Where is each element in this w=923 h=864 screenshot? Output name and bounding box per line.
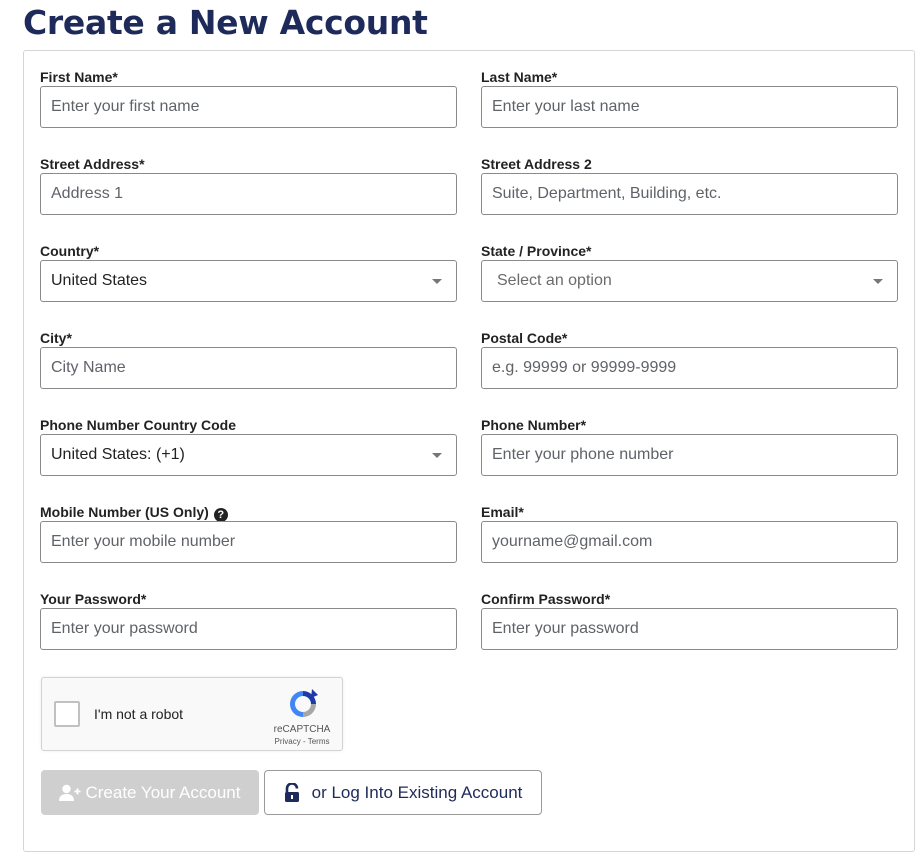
first-name-label: First Name* [40, 69, 118, 85]
user-plus-icon [59, 784, 81, 802]
phone-country-code-select[interactable]: United States: (+1) [40, 434, 457, 476]
country-selected-value: United States [51, 272, 148, 289]
first-name-input[interactable] [40, 86, 457, 128]
postal-code-group: Postal Code* [481, 328, 898, 389]
street-address-2-label: Street Address 2 [481, 156, 592, 172]
last-name-label: Last Name* [481, 69, 558, 85]
state-group: State / Province* Select an option [481, 241, 898, 302]
phone-country-code-label: Phone Number Country Code [40, 417, 237, 433]
chevron-down-icon [432, 278, 442, 284]
city-group: City* [40, 328, 457, 389]
create-account-label: Create Your Account [85, 782, 241, 802]
registration-form: First Name* Last Name* Street Address* S… [23, 50, 915, 852]
phone-number-input[interactable] [481, 434, 898, 476]
mobile-number-label-row: Mobile Number (US Only)? [40, 502, 457, 522]
state-placeholder: Select an option [497, 272, 612, 289]
chevron-down-icon [432, 452, 442, 458]
country-select[interactable]: United States [40, 260, 457, 302]
recaptcha-checkbox[interactable] [54, 701, 80, 727]
street-address-2-group: Street Address 2 [481, 154, 898, 215]
phone-number-label: Phone Number* [481, 417, 587, 433]
street-address-2-input[interactable] [481, 173, 898, 215]
email-group: Email* [481, 502, 898, 563]
password-group: Your Password* [40, 589, 457, 650]
recaptcha-brand: reCAPTCHA [273, 724, 331, 735]
phone-country-code-selected-value: United States: (+1) [51, 446, 185, 463]
city-label: City* [40, 330, 72, 346]
recaptcha-label: I'm not a robot [94, 706, 184, 722]
phone-number-group: Phone Number* [481, 415, 898, 476]
question-circle-icon[interactable]: ? [213, 508, 228, 522]
mobile-number-label: Mobile Number (US Only) [40, 504, 209, 520]
mobile-number-group: Mobile Number (US Only)? [40, 502, 457, 563]
recaptcha-privacy-terms-link[interactable]: Privacy - Terms [266, 737, 338, 746]
postal-code-input[interactable] [481, 347, 898, 389]
unlock-icon [284, 782, 300, 803]
street-address-label: Street Address* [40, 156, 145, 172]
password-input[interactable] [40, 608, 457, 650]
email-label: Email* [481, 504, 524, 520]
password-label: Your Password* [40, 591, 147, 607]
street-address-group: Street Address* [40, 154, 457, 215]
city-input[interactable] [40, 347, 457, 389]
mobile-number-input[interactable] [40, 521, 457, 563]
recaptcha-logo-icon [290, 689, 318, 717]
first-name-group: First Name* [40, 67, 457, 128]
confirm-password-input[interactable] [481, 608, 898, 650]
country-group: Country* United States [40, 241, 457, 302]
email-input[interactable] [481, 521, 898, 563]
confirm-password-label: Confirm Password* [481, 591, 611, 607]
login-existing-account-label: or Log Into Existing Account [311, 782, 523, 802]
last-name-input[interactable] [481, 86, 898, 128]
country-label: Country* [40, 243, 100, 259]
phone-country-code-group: Phone Number Country Code United States:… [40, 415, 457, 476]
street-address-input[interactable] [40, 173, 457, 215]
chevron-down-icon [873, 278, 883, 284]
page-title: Create a New Account [23, 3, 428, 42]
recaptcha-widget: I'm not a robot reCAPTCHA Privacy - Term… [41, 677, 343, 751]
state-label: State / Province* [481, 243, 592, 259]
create-account-button[interactable]: Create Your Account [41, 770, 259, 815]
confirm-password-group: Confirm Password* [481, 589, 898, 650]
login-existing-account-button[interactable]: or Log Into Existing Account [264, 770, 542, 815]
postal-code-label: Postal Code* [481, 330, 568, 346]
state-select[interactable]: Select an option [481, 260, 898, 302]
last-name-group: Last Name* [481, 67, 898, 128]
